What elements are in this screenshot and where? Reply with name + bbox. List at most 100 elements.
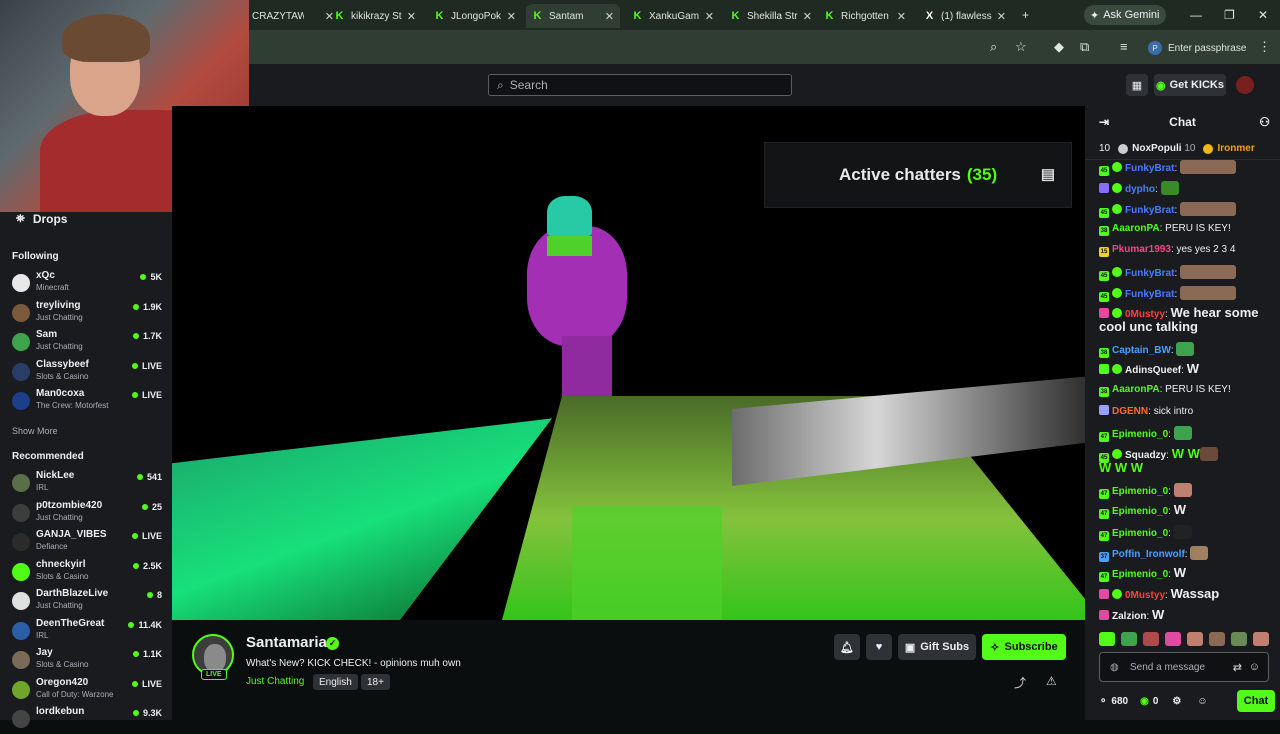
browser-tab[interactable]: K Richgotten ✕ xyxy=(818,4,912,28)
browser-tab[interactable]: K Shekilla Str ✕ xyxy=(724,4,818,28)
chat-gear-icon[interactable]: ⚙ xyxy=(1172,696,1181,707)
sidebar-channel[interactable]: NickLee IRL 541 xyxy=(12,470,164,498)
bookmark-star-icon[interactable]: ☆ xyxy=(1015,39,1027,55)
browser-tab-label: CRAZYTAW xyxy=(252,10,304,22)
collapse-chat-icon[interactable]: ⇥ xyxy=(1099,115,1109,129)
browser-tab[interactable]: K Santam ✕ xyxy=(526,4,620,28)
notify-button[interactable]: 🔔︎ xyxy=(834,634,860,660)
show-more-link[interactable]: Show More xyxy=(12,426,58,436)
ask-gemini-button[interactable]: ✦ Ask Gemini xyxy=(1084,5,1166,25)
browser-tab[interactable]: K XankuGam ✕ xyxy=(626,4,720,28)
chat-users-icon[interactable]: ⚇ xyxy=(1259,115,1270,129)
chat-send-button[interactable]: Chat xyxy=(1237,690,1275,712)
chat-username[interactable]: FunkyBrat xyxy=(1125,205,1174,216)
subscribe-button[interactable]: ✧ Subscribe xyxy=(982,634,1066,660)
sidebar-channel[interactable]: DeenTheGreat IRL 11.4K xyxy=(12,618,164,646)
puzzle-icon[interactable]: ⧉ xyxy=(1080,39,1089,55)
zoom-icon[interactable]: ⌕ xyxy=(990,39,997,55)
sidebar-channel[interactable]: treyliving Just Chatting 1.9K xyxy=(12,300,164,328)
sidebar-channel[interactable]: Oregon420 Call of Duty: Warzone LIVE xyxy=(12,677,164,705)
close-tab-icon[interactable]: ✕ xyxy=(407,10,416,23)
video-player[interactable]: Active chatters (35) ▤ xyxy=(172,106,1085,620)
follow-button[interactable]: ♥ xyxy=(866,634,892,660)
chat-username[interactable]: FunkyBrat xyxy=(1125,289,1174,300)
user-avatar[interactable] xyxy=(1236,76,1254,94)
get-kicks-button[interactable]: ◉ Get KICKs xyxy=(1154,74,1226,96)
sidebar-channel[interactable]: Classybeef Slots & Casino LIVE xyxy=(12,359,164,387)
chat-username[interactable]: AaaronPA xyxy=(1112,384,1160,395)
leaderboard-user[interactable]: NoxPopuli xyxy=(1132,143,1181,154)
leaderboard-user[interactable]: Ironmer xyxy=(1217,143,1254,154)
live-dot-icon xyxy=(132,303,139,310)
chat-username[interactable]: Epimenio_0 xyxy=(1112,528,1168,539)
search-input[interactable]: ⌕ Search xyxy=(488,74,792,96)
new-tab-icon[interactable]: + xyxy=(1022,8,1029,22)
chat-username[interactable]: AdinsQueef xyxy=(1125,365,1181,376)
sidebar-channel[interactable]: xQc Minecraft 5K xyxy=(12,270,164,298)
translate-icon[interactable]: ⇄ xyxy=(1233,661,1242,674)
subscriber-badge-icon xyxy=(1099,610,1109,620)
media-icon[interactable]: ≡ xyxy=(1120,39,1128,54)
sidebar-channel[interactable]: GANJA_VIBES Defiance LIVE xyxy=(12,529,164,557)
chat-username[interactable]: dypho xyxy=(1125,184,1155,195)
rating-tag[interactable]: 18+ xyxy=(361,674,390,690)
chat-username[interactable]: Poffin_Ironwolf xyxy=(1112,549,1185,560)
channel-avatar xyxy=(12,651,30,669)
language-tag[interactable]: English xyxy=(313,674,358,690)
live-dot-icon xyxy=(131,362,138,369)
extension-icon[interactable]: ◆ xyxy=(1054,39,1064,55)
chat-username[interactable]: DGENN xyxy=(1112,406,1148,417)
sidebar-channel[interactable]: DarthBlazeLive Just Chatting 8 xyxy=(12,588,164,616)
live-dot-icon xyxy=(132,710,139,716)
sidebar-channel[interactable]: chneckyirl Slots & Casino 2.5K xyxy=(12,559,164,587)
kick-favicon-icon: K xyxy=(825,10,834,22)
stream-category[interactable]: Just Chatting xyxy=(246,676,304,687)
sidebar-channel[interactable]: p0tzombie420 Just Chatting 25 xyxy=(12,500,164,528)
gift-subs-button[interactable]: ▣ Gift Subs xyxy=(898,634,976,660)
maximize-icon[interactable]: ❐ xyxy=(1224,8,1235,22)
chat-text: yes yes 2 3 4 xyxy=(1176,244,1236,255)
browser-tab[interactable]: X (1) flawless ✕ xyxy=(918,4,1012,28)
streamer-name[interactable]: Santamaria xyxy=(246,634,327,651)
chat-message: 0Mustyy: Wassap xyxy=(1099,587,1271,602)
close-tab-icon[interactable]: ✕ xyxy=(507,10,516,23)
sidebar-channel[interactable]: Man0coxa The Crew: Motorfest LIVE xyxy=(12,388,164,416)
emote-picker-icon[interactable]: ☺ xyxy=(1249,661,1260,673)
minimize-icon[interactable]: — xyxy=(1190,8,1202,22)
chat-username[interactable]: Zalzion xyxy=(1112,611,1146,622)
sidebar-channel[interactable]: lordkebun 9.3K xyxy=(12,706,164,734)
live-dot-icon xyxy=(140,274,147,280)
close-window-icon[interactable]: ✕ xyxy=(1258,8,1268,22)
chat-username[interactable]: FunkyBrat xyxy=(1125,268,1174,279)
chat-emote-icon xyxy=(1173,426,1192,440)
close-tab-icon[interactable]: ✕ xyxy=(897,10,906,23)
close-tab-icon[interactable]: ✕ xyxy=(705,10,714,23)
chat-emote-icon[interactable]: ☺ xyxy=(1197,696,1207,707)
browser-tab[interactable]: K JLongoPok ✕ xyxy=(428,4,522,28)
channel-name: lordkebun xyxy=(36,706,85,717)
close-tab-icon[interactable]: ✕ xyxy=(997,10,1006,23)
chat-input[interactable]: ◍ Send a message ⇄ ☺ xyxy=(1099,652,1269,682)
chat-username[interactable]: Captain_BW xyxy=(1112,345,1171,356)
sidebar-channel[interactable]: Sam Just Chatting 1.7K xyxy=(12,329,164,357)
chat-username[interactable]: 0Mustyy xyxy=(1125,590,1165,601)
browse-button[interactable]: ▦ xyxy=(1126,74,1148,96)
chat-username[interactable]: FunkyBrat xyxy=(1125,163,1174,174)
menu-dots-icon[interactable]: ⋮ xyxy=(1258,39,1271,55)
share-icon[interactable]: ⤴ xyxy=(1014,674,1026,691)
chat-username[interactable]: Epimenio_0 xyxy=(1112,506,1168,517)
browser-tab[interactable]: CRAZYTAW ✕ xyxy=(246,4,340,28)
sidebar-channel[interactable]: Jay Slots & Casino 1.1K xyxy=(12,647,164,675)
chat-username[interactable]: AaaronPA xyxy=(1112,223,1160,234)
report-icon[interactable]: ⚠ xyxy=(1046,674,1057,688)
chat-username[interactable]: Epimenio_0 xyxy=(1112,569,1168,580)
channel-avatar xyxy=(12,562,30,581)
close-tab-icon[interactable]: ✕ xyxy=(803,10,812,23)
close-tab-icon[interactable]: ✕ xyxy=(605,10,614,23)
passphrase-button[interactable]: P Enter passphrase xyxy=(1148,38,1246,58)
chat-username[interactable]: Pkumar1993 xyxy=(1112,244,1171,255)
drops-nav[interactable]: ⛯ Drops xyxy=(16,212,67,226)
chat-username[interactable]: Epimenio_0 xyxy=(1112,429,1168,440)
browser-tab[interactable]: Kkikikrazy St ✕ xyxy=(328,4,422,28)
chat-username[interactable]: Epimenio_0 xyxy=(1112,486,1168,497)
